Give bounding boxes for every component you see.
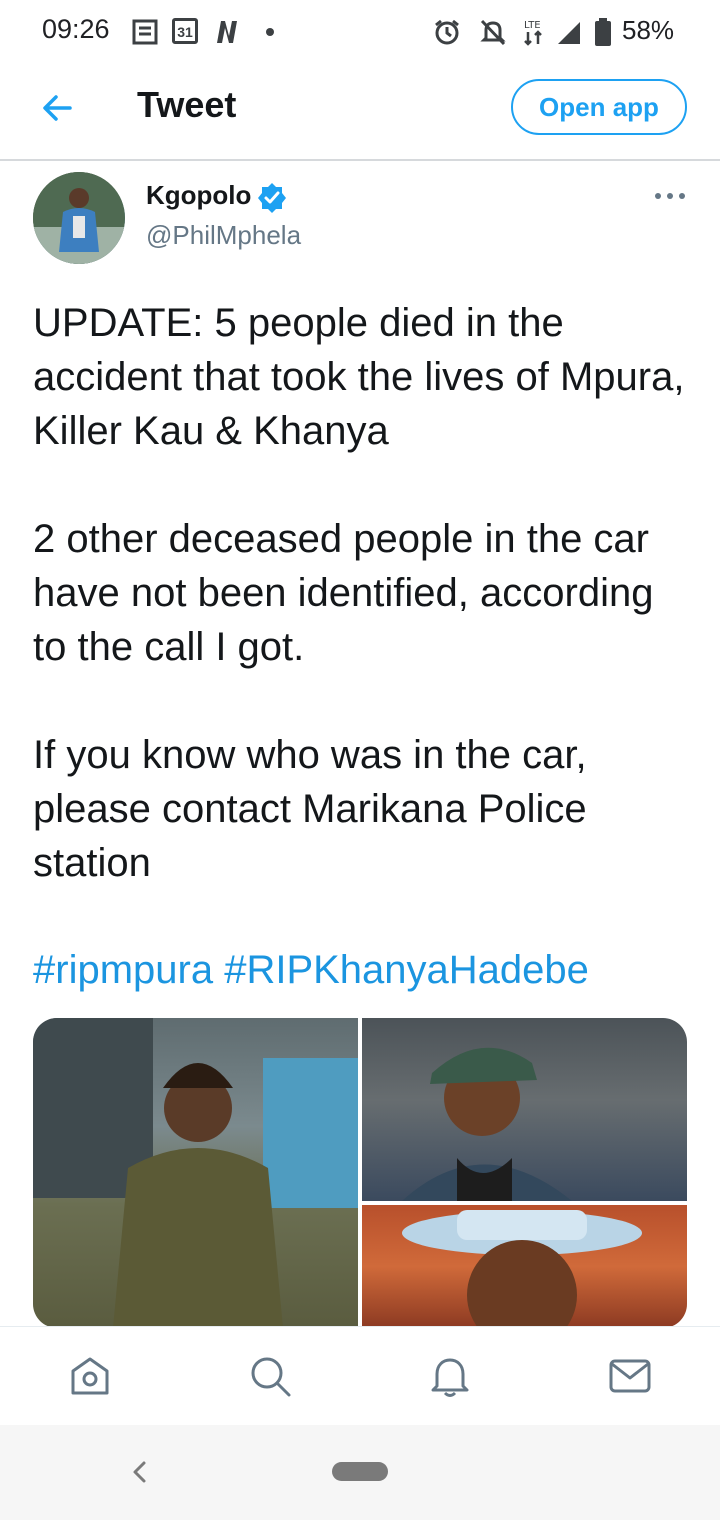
battery-percent: 58% — [622, 15, 675, 45]
page-title: Tweet — [137, 84, 237, 125]
alarm-icon — [435, 19, 459, 45]
hashtags: #ripmpura #RIPKhanyaHadebe — [33, 943, 589, 997]
verified-badge-icon — [258, 183, 286, 213]
notifications-icon[interactable] — [427, 1353, 473, 1399]
netflix-icon — [217, 21, 237, 43]
tweet-paragraph: 2 other deceased people in the car have … — [33, 517, 654, 669]
author-handle[interactable]: @PhilMphela — [146, 220, 301, 251]
photo-person-hat — [402, 1210, 642, 1328]
hashtag-link[interactable]: #RIPKhanyaHadebe — [224, 948, 589, 992]
notification-dot-icon — [266, 28, 274, 36]
more-options-icon[interactable] — [650, 186, 690, 206]
author-name[interactable]: Kgopolo — [146, 180, 251, 211]
notifications-off-icon — [480, 19, 506, 46]
calendar-icon: 31 — [172, 18, 198, 44]
home-icon[interactable] — [67, 1353, 113, 1399]
system-back-icon[interactable] — [126, 1457, 154, 1487]
svg-text:LTE: LTE — [524, 20, 541, 31]
status-time: 09:26 — [42, 14, 110, 44]
header: Tweet Open app — [0, 64, 720, 161]
avatar-photo — [33, 172, 125, 264]
open-app-button[interactable]: Open app — [511, 79, 687, 135]
tweet-photo[interactable] — [33, 1018, 358, 1328]
photo-person-hoodie — [33, 1018, 358, 1328]
status-bar: 09:26 31 LTE 58% — [0, 0, 720, 64]
tweet-photo[interactable] — [362, 1205, 687, 1328]
system-nav-bar — [0, 1425, 720, 1520]
messages-icon[interactable] — [607, 1353, 653, 1399]
battery-icon — [595, 18, 611, 46]
news-icon — [132, 19, 158, 45]
tweet-text: UPDATE: 5 people died in the accident th… — [33, 296, 693, 944]
hashtag-link[interactable]: #ripmpura — [33, 948, 213, 992]
photo-person-cap — [402, 1047, 572, 1201]
search-icon[interactable] — [247, 1353, 293, 1399]
avatar[interactable] — [33, 172, 125, 264]
tweet-paragraph: UPDATE: 5 people died in the accident th… — [33, 301, 685, 453]
media-grid — [33, 1018, 687, 1328]
tweet-photo[interactable] — [362, 1018, 687, 1201]
back-arrow-icon[interactable] — [36, 86, 80, 130]
bottom-nav — [0, 1326, 720, 1427]
system-home-button[interactable] — [332, 1462, 388, 1481]
signal-icon — [558, 22, 580, 44]
lte-icon: LTE — [524, 20, 542, 46]
tweet-paragraph: If you know who was in the car, please c… — [33, 733, 587, 885]
